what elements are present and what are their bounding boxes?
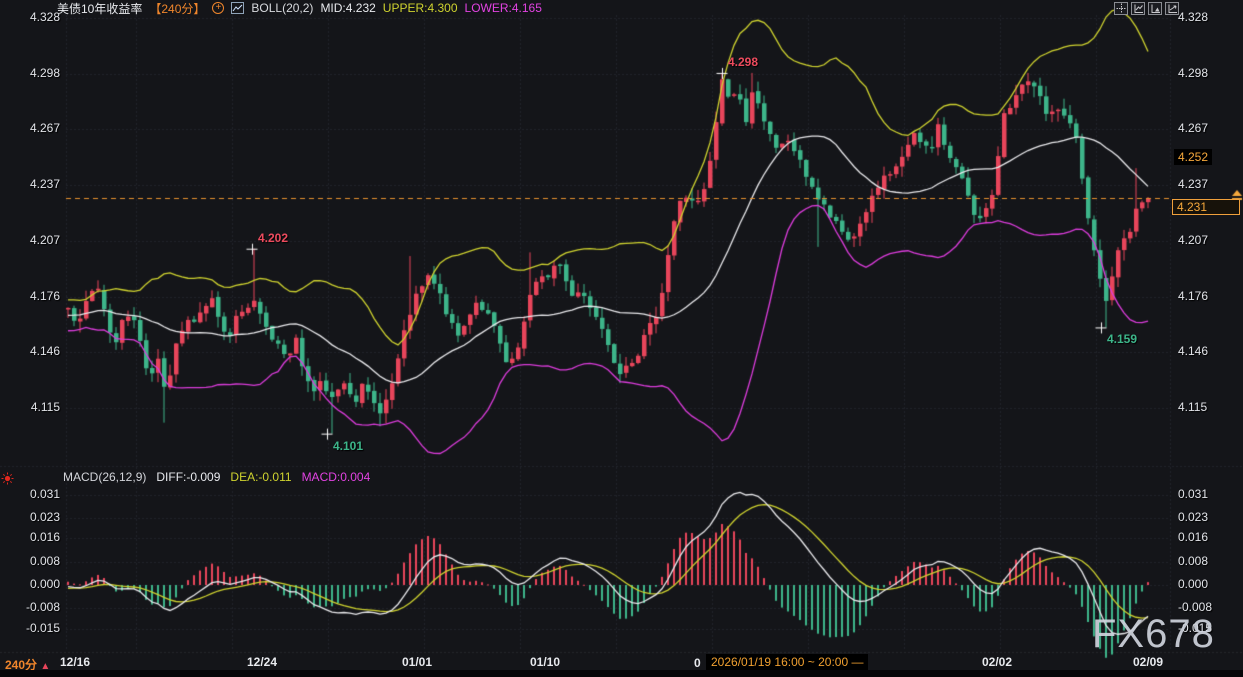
price-axis-label-left: 4.237: [8, 177, 60, 191]
date-axis-label: 02/09: [1133, 655, 1163, 669]
pane-chart-icon[interactable]: [1131, 2, 1145, 15]
price-axis-label-left: 4.298: [8, 66, 60, 80]
time-hover-tooltip: 2026/01/19 16:00 ~ 20:00 —: [706, 654, 868, 670]
pane-export-icon[interactable]: [1165, 2, 1179, 15]
price-axis-label-left: 4.328: [8, 10, 60, 24]
macd-axis-label-left: -0.015: [8, 621, 60, 635]
macd-axis-label-right: 0.000: [1178, 577, 1208, 591]
watermark: FX678: [1092, 612, 1215, 657]
price-axis-label-right: 4.146: [1178, 344, 1208, 358]
price-axis-label-left: 4.146: [8, 344, 60, 358]
macd-header: MACD(26,12,9) DIFF:-0.009 DEA:-0.011 MAC…: [63, 470, 370, 484]
macd-axis-label-left: 0.000: [8, 577, 60, 591]
date-axis-label: 12/24: [247, 655, 277, 669]
period-tag[interactable]: 【240分】: [149, 0, 205, 17]
symbol-title: 美债10年收益率: [57, 0, 142, 17]
price-axis-label-right: 4.328: [1178, 10, 1208, 24]
price-axis-label-right: 4.115: [1178, 400, 1207, 414]
price-axis-label-left: 4.176: [8, 289, 60, 303]
add-indicator-icon[interactable]: +: [212, 2, 224, 14]
macd-alert-icon: [1, 472, 14, 485]
price-axis-label-right: 4.237: [1178, 177, 1208, 191]
macd-axis-label-left: 0.016: [8, 530, 60, 544]
chart-canvas[interactable]: [0, 0, 1243, 677]
macd-diff-value: DIFF:-0.009: [156, 470, 220, 484]
date-axis-label: 02/02: [982, 655, 1012, 669]
macd-axis-label-right: 0.023: [1178, 510, 1208, 524]
macd-axis-label-right: 0.008: [1178, 554, 1208, 568]
price-annotation: 4.159: [1107, 332, 1137, 346]
date-axis-label: 12/16: [60, 655, 90, 669]
price-annotation: 4.298: [728, 55, 758, 69]
price-annotation: 4.202: [258, 231, 288, 245]
macd-axis-label-left: 0.008: [8, 554, 60, 568]
macd-axis-label-left: -0.008: [8, 600, 60, 614]
macd-axis-label-right: 0.031: [1178, 487, 1208, 501]
macd-axis-label-right: 0.016: [1178, 530, 1208, 544]
bottom-strip: [0, 670, 1243, 677]
mini-chart-icon[interactable]: [231, 2, 244, 14]
price-axis-label-right: 4.267: [1178, 121, 1208, 135]
price-axis-label-left: 4.207: [8, 233, 60, 247]
macd-dea-value: DEA:-0.011: [230, 470, 291, 484]
price-axis-label-left: 4.267: [8, 121, 60, 135]
chart-header: 美债10年收益率 【240分】 + BOLL(20,2) MID:4.232 U…: [57, 0, 542, 16]
pane-play-icon[interactable]: [1148, 2, 1162, 15]
price-axis-label-left: 4.115: [8, 400, 60, 414]
price-annotation: 4.101: [333, 439, 363, 453]
chart-app-window: 美债10年收益率 【240分】 + BOLL(20,2) MID:4.232 U…: [0, 0, 1243, 677]
chart-toolbar: [1114, 2, 1179, 15]
price-axis-label-right: 4.176: [1178, 289, 1208, 303]
macd-indicator-label[interactable]: MACD(26,12,9): [63, 470, 146, 484]
macd-axis-label-left: 0.031: [8, 487, 60, 501]
current-price-tag: 4.231: [1172, 199, 1240, 215]
macd-macd-value: MACD:0.004: [302, 470, 371, 484]
boll-indicator-label[interactable]: BOLL(20,2): [251, 1, 313, 15]
boll-upper-value: UPPER:4.300: [383, 1, 458, 15]
boll-mid-value: MID:4.232: [320, 1, 375, 15]
macd-axis-label-left: 0.023: [8, 510, 60, 524]
crosshair-move-icon[interactable]: [1114, 2, 1128, 15]
price-axis-label-right: 4.207: [1178, 233, 1208, 247]
price-axis-label-right: 4.298: [1178, 66, 1208, 80]
high-price-tag: 4.252: [1174, 149, 1212, 165]
partial-date-label: 0: [694, 656, 701, 670]
boll-lower-value: LOWER:4.165: [465, 1, 542, 15]
date-axis-label: 01/10: [530, 655, 560, 669]
date-axis-label: 01/01: [402, 655, 432, 669]
